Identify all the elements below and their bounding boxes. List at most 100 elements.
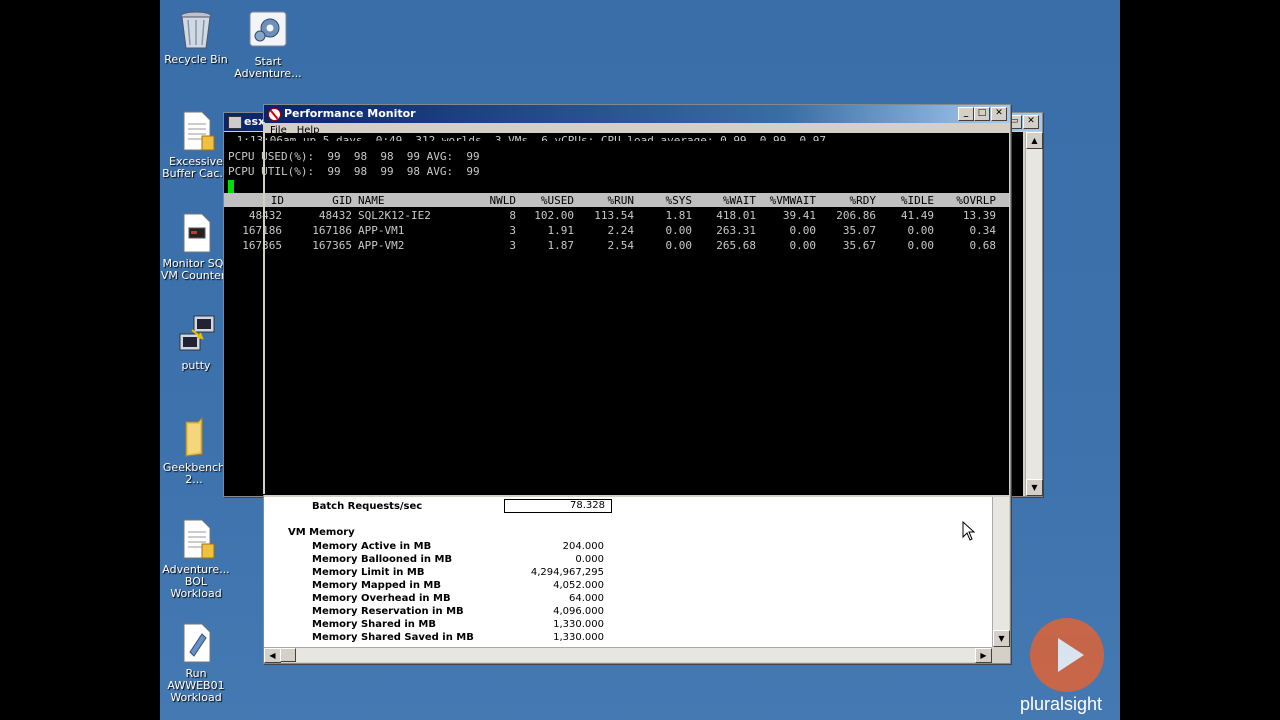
esxtop-cell: APP-VM1 (358, 224, 405, 237)
esxtop-cell: 0.00 (789, 239, 817, 252)
document-icon (176, 110, 216, 152)
desktop-icon-recycle-bin[interactable]: Recycle Bin (160, 8, 234, 66)
esxtop-cell: 167365 (312, 239, 352, 252)
esxtop-cell: 48432 (248, 209, 282, 222)
desktop: Recycle Bin Start Adventure... Excessive… (160, 0, 1120, 720)
counter-label: Memory Limit in MB (312, 567, 425, 578)
desktop-icon-label: Geekbench 2... (162, 462, 226, 486)
maximize-icon[interactable]: □ (974, 107, 990, 121)
close-icon[interactable]: ✕ (991, 107, 1007, 121)
esxtop-cell: 0.00 (665, 224, 693, 237)
recycle-bin-icon (176, 8, 216, 50)
play-icon (1030, 618, 1104, 692)
script-icon (176, 622, 216, 664)
esxtop-row: 167365167365APP-VM231.872.540.00265.680.… (224, 238, 1009, 253)
counter-value: 1,330.000 (553, 632, 604, 643)
column-header: %VMWAIT (769, 194, 816, 207)
esxtop-cell: 0.68 (969, 239, 997, 252)
esxtop-cell: 1.91 (547, 224, 575, 237)
hscroll-thumb[interactable] (280, 648, 296, 662)
esxtop-cell: 0.00 (665, 239, 693, 252)
esxtop-cell: 13.39 (962, 209, 996, 222)
counter-value: 4,294,967,295 (530, 567, 604, 578)
vm-memory-group-label: VM Memory (288, 527, 355, 538)
counter-value: 4,096.000 (553, 606, 604, 617)
perfmon-left-border (263, 122, 265, 494)
minimize-icon[interactable]: _ (958, 107, 974, 121)
column-header: %RUN (607, 194, 635, 207)
terminal-icon (228, 116, 242, 129)
pcpu-util-line: PCPU UTIL(%): 99 98 99 98 AVG: 99 (228, 165, 480, 178)
esxtop-output[interactable]: 1:13:06am up 5 days 0:49, 312 worlds, 3 … (224, 133, 1009, 495)
esxtop-cell: 102.00 (534, 209, 574, 222)
counter-value: 1,330.000 (553, 619, 604, 630)
counter-value: 4,052.000 (553, 580, 604, 591)
esxtop-cell: 0.34 (969, 224, 997, 237)
counter-label: Memory Overhead in MB (312, 593, 451, 604)
batch-requests-label: Batch Requests/sec (312, 501, 423, 512)
column-header: %RDY (849, 194, 877, 207)
column-header: NAME (358, 194, 385, 207)
counter-label: Memory Shared Saved in MB (312, 632, 474, 643)
desktop-icon-label: Adventure... BOL Workload (162, 564, 230, 600)
counter-label: Memory Reservation in MB (312, 606, 464, 617)
esxtop-cell: 39.41 (782, 209, 816, 222)
batch-requests-value-box: 78.328 (504, 499, 612, 513)
esxtop-cell: 206.86 (836, 209, 876, 222)
desktop-icon-start-adventure[interactable]: Start Adventure... (230, 10, 306, 80)
esxtop-header-row: ID GID NAME NWLD %USED %RUN %SYS %WAIT %VMWAIT %R… (224, 193, 1009, 207)
esxtop-row: 48432 48432 SQL2K12-IE2 8 102.00 113.54 1.81 41… (224, 208, 1009, 223)
perfmon-title: Performance Monitor (284, 107, 416, 120)
esxtop-cell: 1.81 (665, 209, 693, 222)
counter-value: 204.000 (562, 541, 604, 552)
esxtop-cell: 265.68 (716, 239, 756, 252)
column-header: NWLD (489, 194, 517, 207)
desktop-icon-run-awweb01[interactable]: Run AWWEB01 Workload (160, 622, 234, 704)
esxtop-cell: APP-VM2 (358, 239, 405, 252)
esxtop-cell: SQL2K12-IE2 (358, 209, 431, 222)
settings-shortcut-icon (248, 10, 288, 52)
brand-text: pluralsight (1020, 694, 1103, 714)
perfmon-title-bar[interactable]: Performance Monitor _ □ ✕ (264, 105, 1010, 123)
esxtop-cell: 0.00 (789, 224, 817, 237)
esxtop-cell: 113.54 (594, 209, 634, 222)
desktop-icon-label: Start Adventure... (234, 56, 302, 80)
close-icon[interactable]: ✕ (1023, 115, 1039, 129)
esxtop-cell: 8 (509, 209, 516, 222)
esxtop-cell: 0.00 (907, 239, 935, 252)
mouse-cursor-icon (962, 520, 976, 545)
pluralsight-watermark: pluralsight (960, 600, 1120, 720)
perfmon-report-view[interactable]: Batch Requests/sec 78.328 VM Memory Memo… (264, 497, 992, 647)
batch-requests-value: 78.328 (570, 500, 605, 511)
esxtop-cell: 2.54 (607, 239, 635, 252)
document-icon (176, 518, 216, 560)
counter-value: 64.000 (569, 593, 604, 604)
counter-label: Memory Mapped in MB (312, 580, 441, 591)
folder-icon (174, 416, 214, 458)
esxtop-row: 167186167186APP-VM131.912.240.00263.310.… (224, 223, 1009, 238)
scroll-down-icon[interactable]: ▼ (1026, 479, 1043, 496)
esxtop-cell: 418.01 (716, 209, 756, 222)
esxtop-cell: 3 (509, 239, 516, 252)
perfmon-app-icon (268, 108, 281, 121)
desktop-icon-geekbench[interactable]: Geekbench 2... (160, 416, 232, 486)
document-icon (176, 212, 216, 254)
terminal-cursor (228, 180, 234, 193)
column-header: %USED (540, 194, 574, 207)
esxtop-cell: 0.00 (907, 224, 935, 237)
scroll-up-icon[interactable]: ▲ (1026, 132, 1043, 149)
report-hscrollbar[interactable]: ◀ ▶ (264, 647, 992, 663)
column-header: %OVRLP (956, 194, 996, 207)
counter-value: 0.000 (575, 554, 604, 565)
desktop-icon-adventure-bol[interactable]: Adventure... BOL Workload (160, 518, 234, 600)
esxtop-cell: 48432 (318, 209, 352, 222)
desktop-icon-label: Run AWWEB01 Workload (167, 668, 225, 704)
esx-scrollbar[interactable]: ▲ ▼ (1025, 132, 1043, 496)
esxtop-cell: 41.49 (900, 209, 934, 222)
esxtop-cell: 263.31 (716, 224, 756, 237)
column-header: %WAIT (722, 194, 756, 207)
column-header: %SYS (665, 194, 693, 207)
counter-label: Memory Ballooned in MB (312, 554, 453, 565)
scroll-left-icon[interactable]: ◀ (264, 648, 281, 663)
esx-title: esx (244, 115, 266, 128)
